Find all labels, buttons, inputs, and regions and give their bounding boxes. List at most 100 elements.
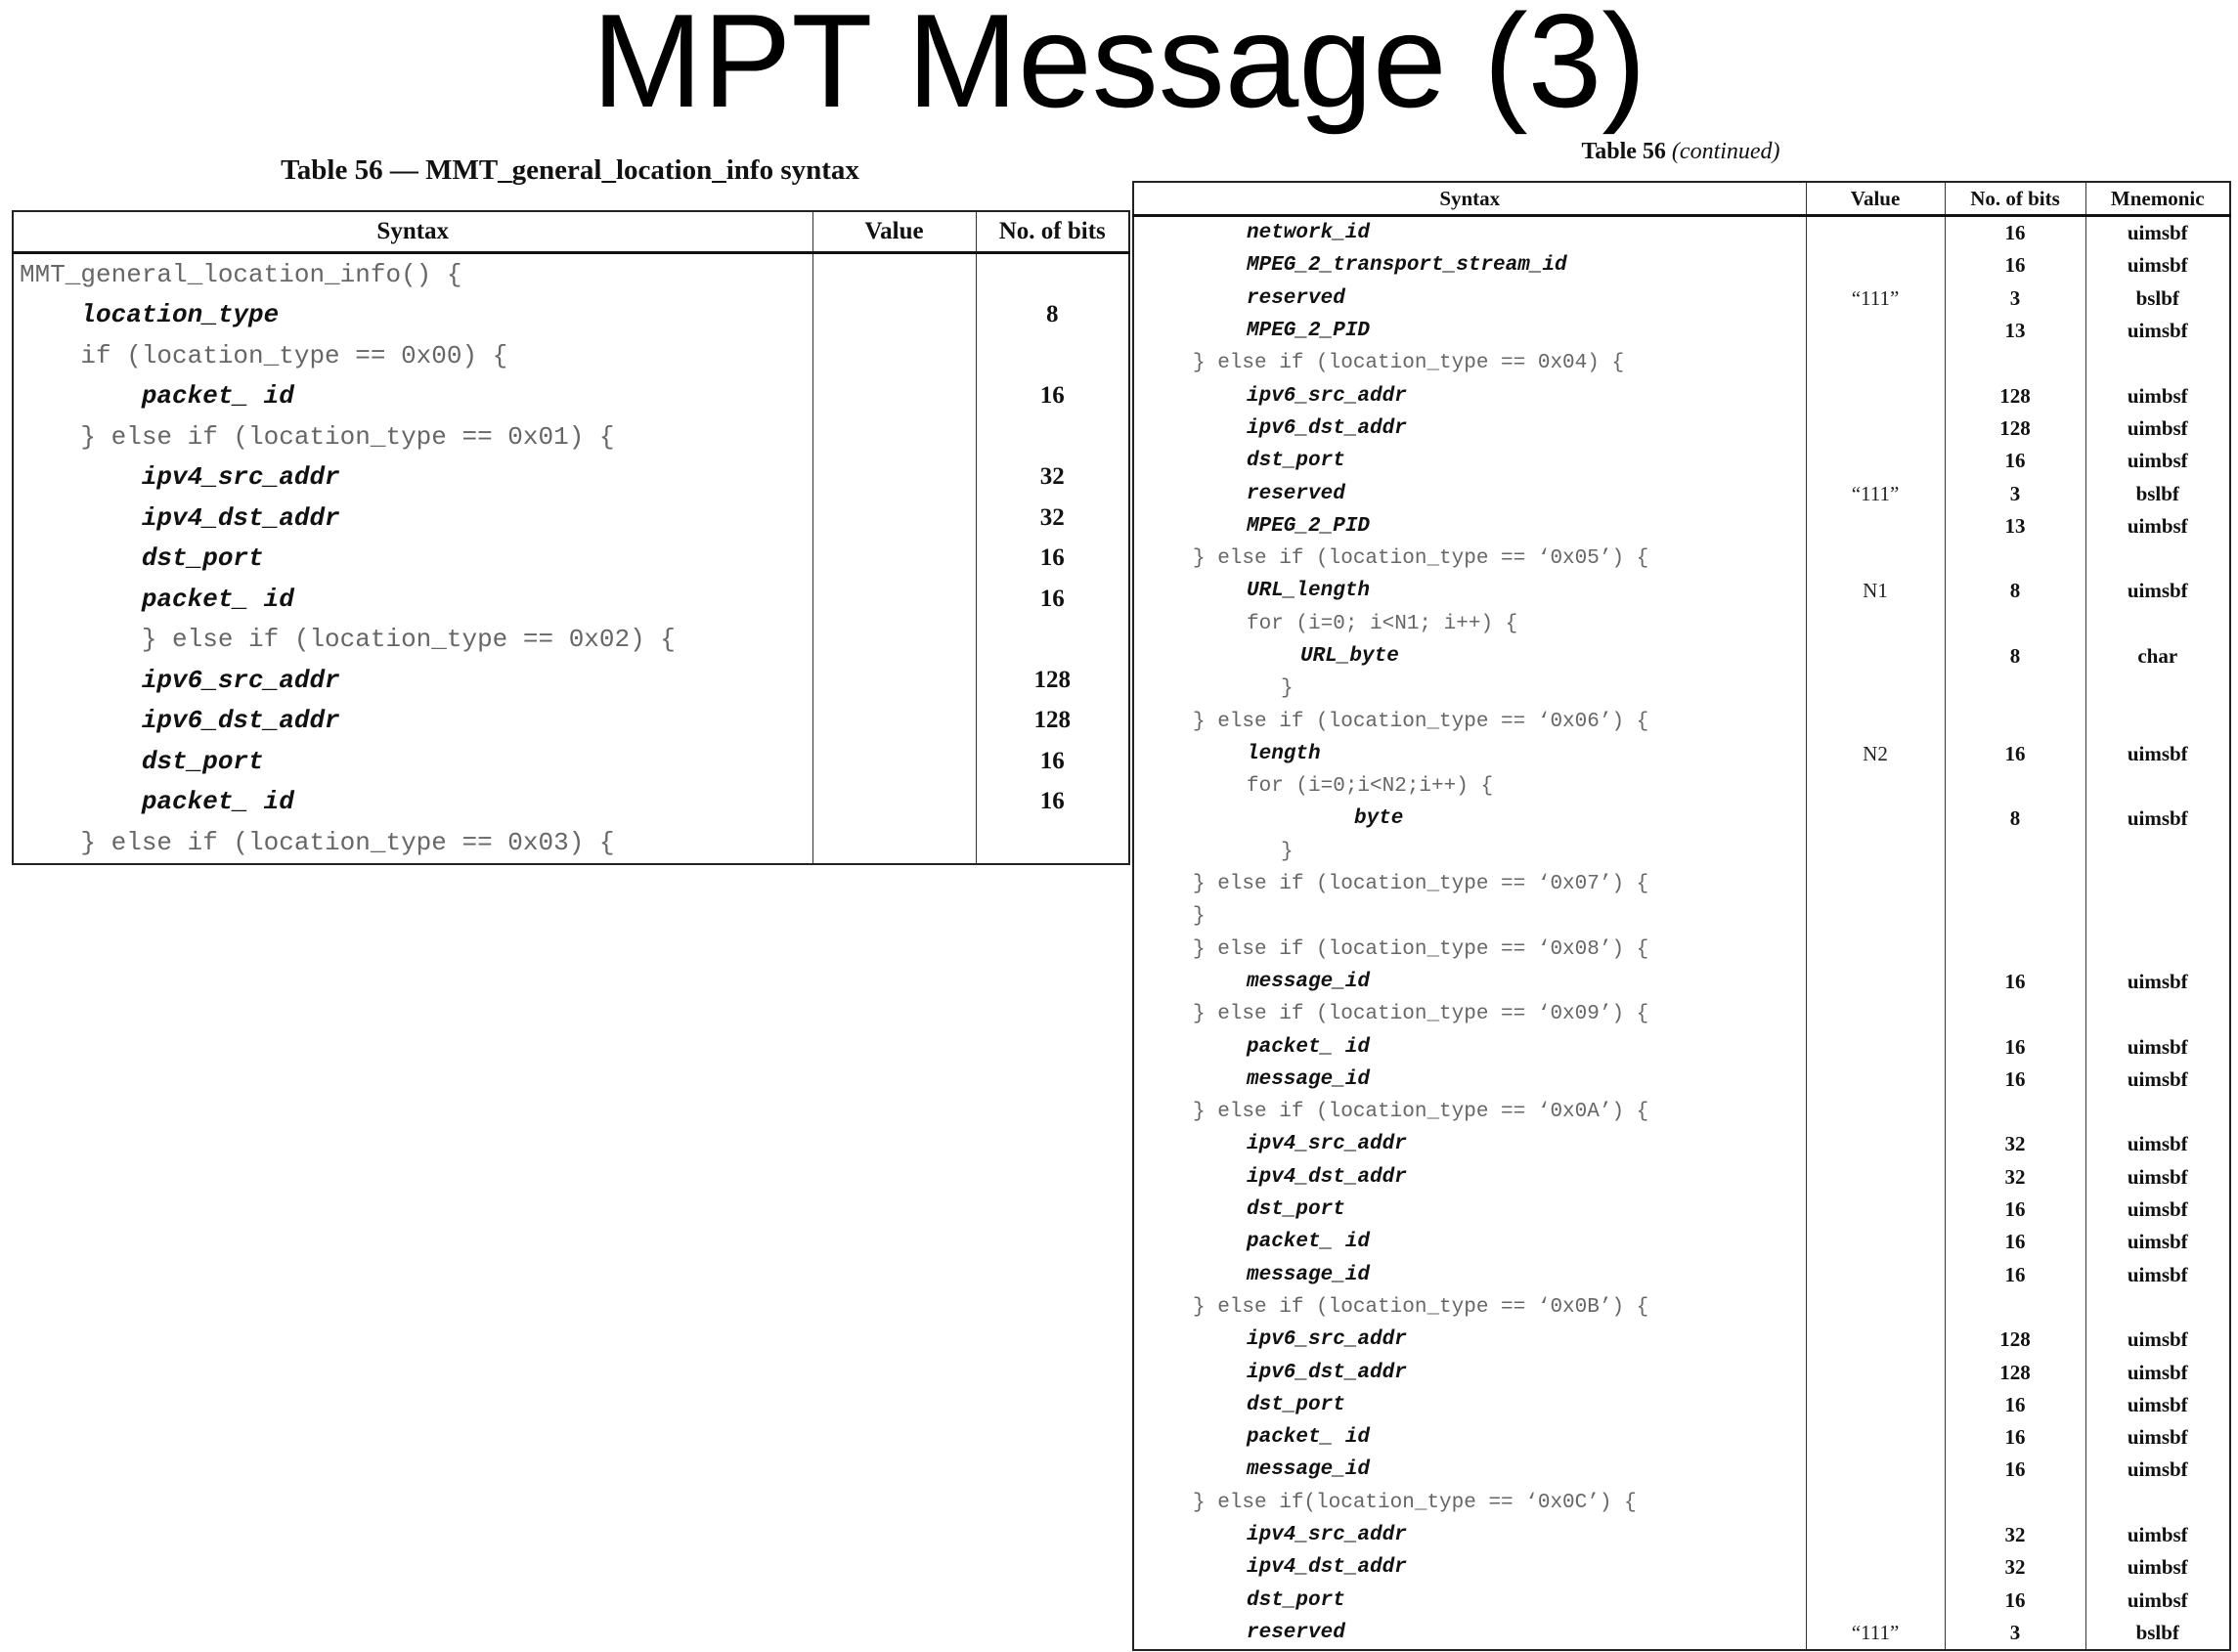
right-header-syntax: Syntax [1133, 182, 1806, 217]
value-cell [1805, 998, 1945, 1031]
mnemonic-cell: uimsbf [2084, 1258, 2230, 1291]
bits-cell [1944, 770, 2085, 804]
bits-cell: 16 [1944, 737, 2085, 771]
table-row: ipv6_dst_addr 128 uimsbf [1133, 1356, 2230, 1389]
value-cell [812, 538, 976, 579]
right-table-body: network_id 16 uimsbf MPEG_2_transport_strea… [1133, 215, 2230, 1651]
table-row: ipv6_dst_addr 128 uimbsf [1133, 412, 2230, 446]
bits-cell [1944, 867, 2085, 901]
bits-cell [1944, 673, 2085, 706]
bits-cell [1944, 607, 2085, 640]
table-row: } else if (location_type == ‘0x0B’) { [1133, 1290, 2230, 1325]
value-cell [1805, 1290, 1945, 1325]
bits-cell: 16 [1944, 249, 2085, 283]
mnemonic-cell: uimsbf [2084, 1356, 2230, 1389]
table-row: MPEG_2_transport_stream_id 16 uimsbf [1133, 249, 2230, 283]
bits-cell: 16 [1944, 1454, 2085, 1487]
table-row: ipv6_src_addr 128 [13, 660, 1129, 701]
table-row: ipv6_dst_addr 128 [13, 700, 1129, 741]
bits-cell [975, 416, 1129, 457]
table-row: } else if (location_type == 0x04) { [1133, 347, 2230, 380]
syntax-cell: ipv4_src_addr [1247, 1133, 1407, 1156]
mnemonic-cell [2084, 347, 2230, 380]
bits-cell: 32 [975, 498, 1129, 539]
bits-cell: 32 [1944, 1551, 2085, 1585]
bits-cell: 16 [975, 781, 1129, 822]
bits-cell: 16 [1944, 1226, 2085, 1259]
table-row: ipv4_src_addr 32 [13, 456, 1129, 498]
syntax-cell: MPEG_2_PID [1247, 514, 1371, 538]
mnemonic-cell: uimbsf [2084, 1584, 2230, 1617]
table-row: } [1133, 900, 2230, 934]
bits-cell: 32 [975, 456, 1129, 498]
syntax-cell: message_id [1247, 970, 1371, 993]
syntax-cell: dst_port [20, 746, 264, 776]
syntax-cell: } else if (location_type == 0x02) { [20, 625, 676, 655]
left-table-caption: Table 56 — MMT_general_location_info syn… [281, 154, 859, 186]
value-cell [1805, 1226, 1945, 1259]
value-cell [1805, 1096, 1945, 1129]
syntax-cell: ipv4_src_addr [1247, 1524, 1407, 1547]
value-cell [1805, 542, 1945, 576]
bits-cell: 16 [975, 538, 1129, 579]
syntax-cell: } else if (location_type == ‘0x0B’) { [1193, 1295, 1649, 1319]
mnemonic-cell: uimsbf [2084, 215, 2230, 250]
value-cell [1805, 445, 1945, 478]
syntax-cell: } else if (location_type == 0x03) { [20, 827, 615, 857]
mnemonic-cell [2084, 900, 2230, 934]
syntax-cell: } else if (location_type == ‘0x0A’) { [1193, 1101, 1649, 1124]
value-cell [1805, 347, 1945, 380]
syntax-cell: } [1281, 677, 1294, 701]
bits-cell [975, 335, 1129, 376]
mnemonic-cell: uimbsf [2084, 1518, 2230, 1552]
bits-cell: 128 [1944, 412, 2085, 446]
bits-cell: 16 [1944, 215, 2085, 250]
syntax-cell: } else if(location_type == ‘0x0C’) { [1193, 1491, 1637, 1514]
syntax-cell: ipv6_dst_addr [1247, 416, 1407, 440]
table-row: MMT_general_location_info() { [13, 252, 1129, 295]
table-row: reserved “111” 3 bslbf [1133, 282, 2230, 315]
value-cell [1805, 1258, 1945, 1291]
value-cell [1805, 803, 1945, 836]
bits-cell: 16 [1944, 1388, 2085, 1421]
value-cell [812, 619, 976, 660]
table-row: } [1133, 835, 2230, 868]
value-cell [1805, 1454, 1945, 1487]
bits-cell: 8 [975, 294, 1129, 335]
value-cell: N1 [1805, 575, 1945, 608]
mnemonic-cell: uimsbf [2084, 1193, 2230, 1227]
mnemonic-cell: uimbsf [2084, 379, 2230, 413]
value-cell [812, 781, 976, 822]
syntax-cell: ipv6_src_addr [20, 665, 340, 695]
bits-cell: 16 [1944, 1030, 2085, 1064]
syntax-cell: reserved [1247, 286, 1345, 310]
table-row: message_id 16 uimsbf [1133, 1063, 2230, 1097]
value-cell [1805, 509, 1945, 543]
bits-cell: 16 [1944, 1258, 2085, 1291]
table-row: for (i=0;i<N2;i++) { [1133, 770, 2230, 804]
bits-cell: 16 [1944, 965, 2085, 999]
mnemonic-cell [2084, 673, 2230, 706]
mnemonic-cell: char [2084, 639, 2230, 674]
table-row: URL_length N1 8 uimsbf [1133, 575, 2230, 608]
value-cell [1805, 835, 1945, 868]
syntax-cell: } else if (location_type == 0x01) { [20, 421, 615, 452]
bits-cell: 13 [1944, 314, 2085, 348]
mnemonic-cell [2084, 1486, 2230, 1519]
syntax-cell: } else if (location_type == ‘0x06’) { [1193, 710, 1649, 733]
table-row: dst_port 16 [13, 538, 1129, 579]
syntax-cell: dst_port [1247, 1393, 1345, 1416]
bits-cell: 16 [1944, 1420, 2085, 1455]
mnemonic-cell: uimbsf [2084, 412, 2230, 446]
table-row: } else if(location_type == ‘0x0C’) { [1133, 1486, 2230, 1519]
syntax-cell: byte [1354, 807, 1404, 831]
mnemonic-cell [2084, 867, 2230, 901]
syntax-cell: for (i=0;i<N2;i++) { [1247, 775, 1494, 799]
bits-cell [975, 252, 1129, 295]
left-header-syntax: Syntax [13, 211, 812, 254]
syntax-cell: message_id [1247, 1263, 1371, 1286]
syntax-cell: } else if (location_type == ‘0x09’) { [1193, 1003, 1649, 1026]
syntax-cell: packet_ id [20, 787, 294, 817]
bits-cell [975, 822, 1129, 864]
bits-cell: 13 [1944, 509, 2085, 543]
